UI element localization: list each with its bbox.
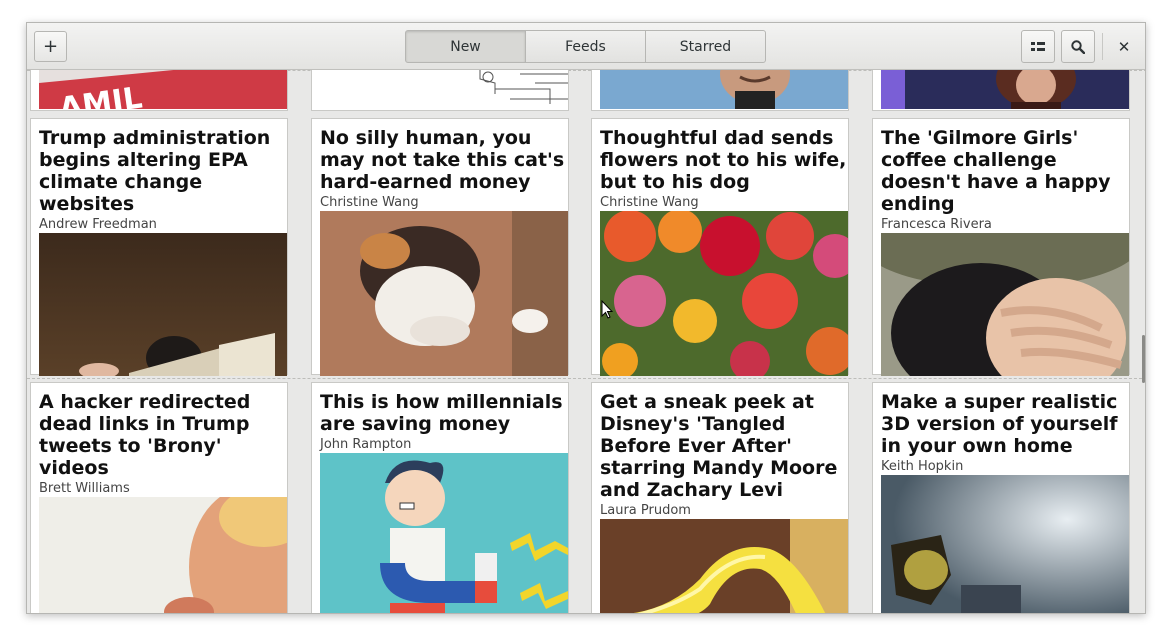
article-author: Keith Hopkin [881,459,964,474]
article-title: This is how millennials are saving money [320,391,563,435]
articles-grid[interactable]: AMIL Trump administration begins alterin… [27,70,1145,613]
article-card[interactable]: This is how millennials are saving money… [311,382,569,613]
view-switcher: New Feeds Starred [405,30,766,63]
article-author: Christine Wang [600,195,699,210]
article-author: Laura Prudom [600,503,691,518]
add-feed-button[interactable]: + [34,31,67,62]
article-author: Andrew Freedman [39,217,157,232]
article-thumbnail [320,70,568,109]
article-title: Get a sneak peek at Disney's 'Tangled Be… [600,391,838,501]
article-card[interactable]: Make a super realistic 3D version of you… [872,382,1130,613]
article-thumbnail [600,211,848,376]
scrollbar[interactable] [1142,335,1145,383]
tab-new[interactable]: New [405,30,526,63]
divider [27,378,1145,379]
article-thumbnail: AMIL [39,70,287,109]
article-title: Trump administration begins altering EPA… [39,127,271,215]
tab-starred[interactable]: Starred [645,30,766,63]
article-card[interactable]: No silly human, you may not take this ca… [311,118,569,376]
article-title: Thoughtful dad sends flowers not to his … [600,127,847,193]
article-title: A hacker redirected dead links in Trump … [39,391,251,479]
search-icon [1071,39,1085,54]
close-button[interactable]: ✕ [1111,35,1137,59]
article-title: The 'Gilmore Girls' coffee challenge doe… [881,127,1111,215]
article-thumbnail [39,233,287,376]
article-card[interactable]: Get a sneak peek at Disney's 'Tangled Be… [591,382,849,613]
header-separator [1102,33,1103,60]
article-card[interactable]: A hacker redirected dead links in Trump … [30,382,288,613]
article-card-partial[interactable] [872,70,1130,111]
article-thumbnail [881,233,1129,376]
article-card[interactable]: Thoughtful dad sends flowers not to his … [591,118,849,376]
article-thumbnail [600,70,848,109]
article-card-partial[interactable] [591,70,849,111]
list-view-button[interactable] [1021,30,1055,63]
article-title: Make a super realistic 3D version of you… [881,391,1118,457]
article-thumbnail [881,70,1129,109]
header-bar: + New Feeds Starred ✕ [27,23,1145,70]
article-thumbnail [320,453,568,613]
app-window: + New Feeds Starred ✕ AMIL Trump adminis… [26,22,1146,614]
article-thumbnail [320,211,568,376]
article-title: No silly human, you may not take this ca… [320,127,565,193]
article-card-partial[interactable] [311,70,569,111]
article-author: Christine Wang [320,195,419,210]
article-card[interactable]: The 'Gilmore Girls' coffee challenge doe… [872,118,1130,376]
article-thumbnail [39,497,287,613]
list-view-icon [1031,41,1045,51]
tab-feeds[interactable]: Feeds [525,30,646,63]
article-thumbnail [881,475,1129,613]
article-author: Brett Williams [39,481,130,496]
article-author: Francesca Rivera [881,217,992,232]
article-author: John Rampton [320,437,412,452]
mouse-cursor-icon [601,300,613,319]
article-thumbnail [600,519,848,613]
article-card-partial[interactable]: AMIL [30,70,288,111]
search-button[interactable] [1061,30,1095,63]
article-card[interactable]: Trump administration begins altering EPA… [30,118,288,376]
